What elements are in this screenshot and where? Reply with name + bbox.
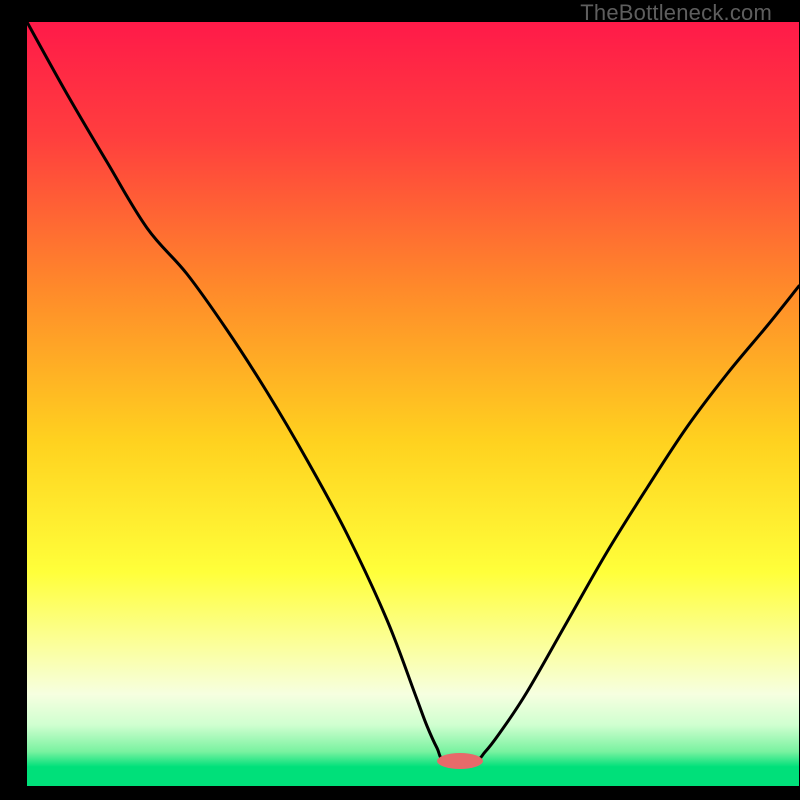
watermark-text: TheBottleneck.com — [580, 0, 772, 26]
optimal-marker — [437, 753, 483, 769]
chart-frame: TheBottleneck.com — [13, 0, 787, 787]
gradient-background — [27, 22, 799, 786]
plot-area — [27, 22, 799, 786]
bottleneck-chart — [27, 22, 799, 786]
